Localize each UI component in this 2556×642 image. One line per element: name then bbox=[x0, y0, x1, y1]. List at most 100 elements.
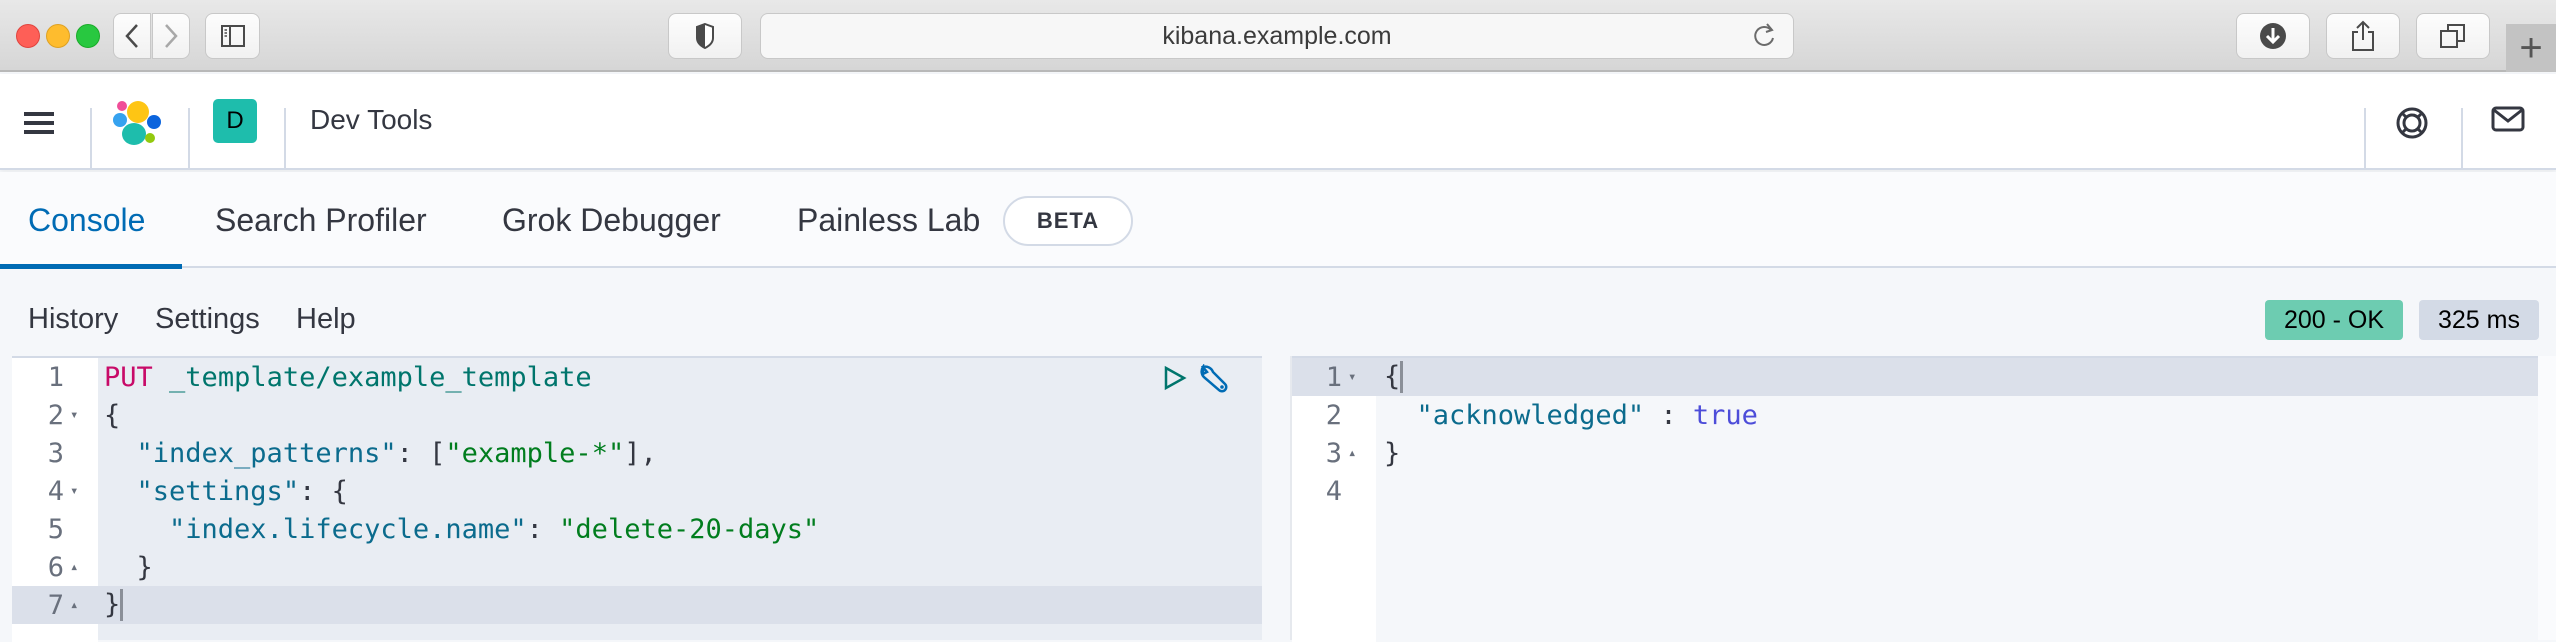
code-token: _template/example_template bbox=[169, 361, 592, 393]
line-number: 3 bbox=[1325, 437, 1342, 469]
maximize-window-button[interactable] bbox=[76, 24, 100, 48]
code-line: 1 PUT _template/example_template bbox=[12, 358, 1262, 396]
code-text: "acknowledged" : true bbox=[1384, 400, 1758, 431]
code-text: { bbox=[1384, 360, 1404, 394]
code-token: : { bbox=[299, 475, 348, 507]
header-divider bbox=[2364, 108, 2366, 170]
code-line: 2 ▾ { bbox=[12, 396, 1262, 434]
close-window-button[interactable] bbox=[16, 24, 40, 48]
new-tab-icon: + bbox=[2519, 25, 2543, 70]
code-token: "example-*" bbox=[445, 437, 625, 469]
code-text: { bbox=[104, 400, 120, 431]
response-editor: 1 ▾ {2 "acknowledged" : true 3 ▴} 4 bbox=[1292, 356, 2538, 642]
settings-link[interactable]: Settings bbox=[155, 303, 260, 336]
newsfeed-button[interactable] bbox=[2491, 106, 2525, 137]
history-link[interactable]: History bbox=[28, 303, 118, 336]
line-number: 7 bbox=[47, 589, 64, 621]
space-avatar[interactable]: D bbox=[213, 99, 257, 143]
code-token: { bbox=[1384, 360, 1401, 392]
tab-search-profiler[interactable]: Search Profiler bbox=[215, 202, 427, 239]
mail-icon bbox=[2491, 106, 2525, 132]
forward-button[interactable] bbox=[152, 13, 190, 59]
line-number: 5 bbox=[47, 513, 64, 545]
request-editor[interactable]: 1 PUT _template/example_template 2 ▾ {3 "ind… bbox=[12, 356, 1262, 642]
line-number: 3 bbox=[47, 437, 64, 469]
code-text: "settings": { bbox=[104, 476, 348, 507]
dev-tools-tabs: Console Search Profiler Grok Debugger Pa… bbox=[0, 172, 2556, 269]
shield-icon bbox=[696, 23, 714, 49]
code-line: 6 ▴ } bbox=[12, 548, 1262, 586]
kibana-header: D Dev Tools bbox=[0, 74, 2556, 170]
reload-button[interactable] bbox=[1753, 22, 1777, 57]
sidebar-icon bbox=[220, 25, 245, 47]
status-badge: 200 - OK bbox=[2265, 300, 2403, 340]
code-line: 7 ▴} bbox=[12, 586, 1262, 624]
code-text: "index_patterns": ["example-*"], bbox=[104, 438, 657, 469]
kibana-home-link[interactable] bbox=[112, 100, 162, 151]
tab-overview-button[interactable] bbox=[2416, 13, 2490, 59]
code-line: 2 "acknowledged" : true bbox=[1292, 396, 2538, 434]
downloads-button[interactable] bbox=[2236, 13, 2310, 59]
code-token: "index.lifecycle.name" bbox=[169, 513, 527, 545]
hamburger-icon bbox=[24, 112, 54, 134]
code-token: } bbox=[104, 588, 121, 620]
back-icon bbox=[125, 24, 138, 48]
fold-collapse-icon[interactable]: ▾ bbox=[70, 483, 78, 499]
duration-badge: 325 ms bbox=[2419, 300, 2539, 340]
line-number: 6 bbox=[47, 551, 64, 583]
reload-icon bbox=[1754, 23, 1774, 46]
tabs-icon bbox=[2440, 24, 2465, 48]
new-tab-button[interactable]: + bbox=[2506, 24, 2556, 72]
code-text: } bbox=[1384, 438, 1400, 469]
fold-expand-icon[interactable]: ▴ bbox=[1348, 445, 1356, 461]
privacy-button[interactable] bbox=[668, 13, 742, 59]
code-token: "acknowledged" bbox=[1416, 399, 1645, 431]
code-line: 4 bbox=[1292, 472, 2538, 510]
code-token: { bbox=[104, 399, 121, 431]
minimize-window-button[interactable] bbox=[46, 24, 70, 48]
fold-collapse-icon[interactable]: ▾ bbox=[70, 407, 78, 423]
tab-grok-debugger[interactable]: Grok Debugger bbox=[502, 202, 721, 239]
fold-expand-icon[interactable]: ▴ bbox=[70, 597, 78, 613]
fold-collapse-icon[interactable]: ▾ bbox=[1348, 369, 1356, 385]
share-button[interactable] bbox=[2326, 13, 2400, 59]
tab-painless-lab[interactable]: Painless Lab bbox=[797, 202, 980, 239]
back-button[interactable] bbox=[113, 13, 151, 59]
beta-badge: BETA bbox=[1003, 196, 1133, 246]
tab-console[interactable]: Console bbox=[28, 202, 145, 239]
editor-edge bbox=[2538, 356, 2556, 640]
space-initial: D bbox=[226, 107, 244, 134]
active-tab-indicator bbox=[0, 264, 182, 269]
download-icon bbox=[2260, 23, 2286, 49]
help-menu-button[interactable] bbox=[2395, 106, 2429, 145]
share-icon bbox=[2352, 20, 2374, 51]
code-token: : bbox=[526, 513, 560, 545]
fold-expand-icon[interactable]: ▴ bbox=[70, 559, 78, 575]
help-link[interactable]: Help bbox=[296, 303, 356, 336]
menu-button[interactable] bbox=[24, 112, 54, 134]
code-text: } bbox=[104, 552, 153, 583]
active-line-highlight bbox=[1292, 358, 2538, 396]
line-number: 1 bbox=[47, 361, 64, 393]
lifebuoy-icon bbox=[2396, 107, 2428, 139]
page-title: Dev Tools bbox=[310, 104, 433, 135]
address-bar[interactable]: kibana.example.com bbox=[760, 13, 1794, 59]
code-token: ], bbox=[624, 437, 657, 469]
active-line-highlight bbox=[12, 586, 1262, 624]
line-number: 1 bbox=[1325, 361, 1342, 393]
code-token: PUT bbox=[104, 361, 153, 393]
code-text: } bbox=[104, 588, 124, 622]
line-number: 4 bbox=[1325, 475, 1342, 507]
line-number: 2 bbox=[47, 399, 64, 431]
header-divider bbox=[188, 108, 190, 170]
code-token: : [ bbox=[396, 437, 446, 469]
header-divider bbox=[2461, 108, 2463, 170]
sidebar-button[interactable] bbox=[205, 13, 260, 59]
code-line: 3 "index_patterns": ["example-*"], bbox=[12, 434, 1262, 472]
forward-icon bbox=[165, 24, 178, 48]
